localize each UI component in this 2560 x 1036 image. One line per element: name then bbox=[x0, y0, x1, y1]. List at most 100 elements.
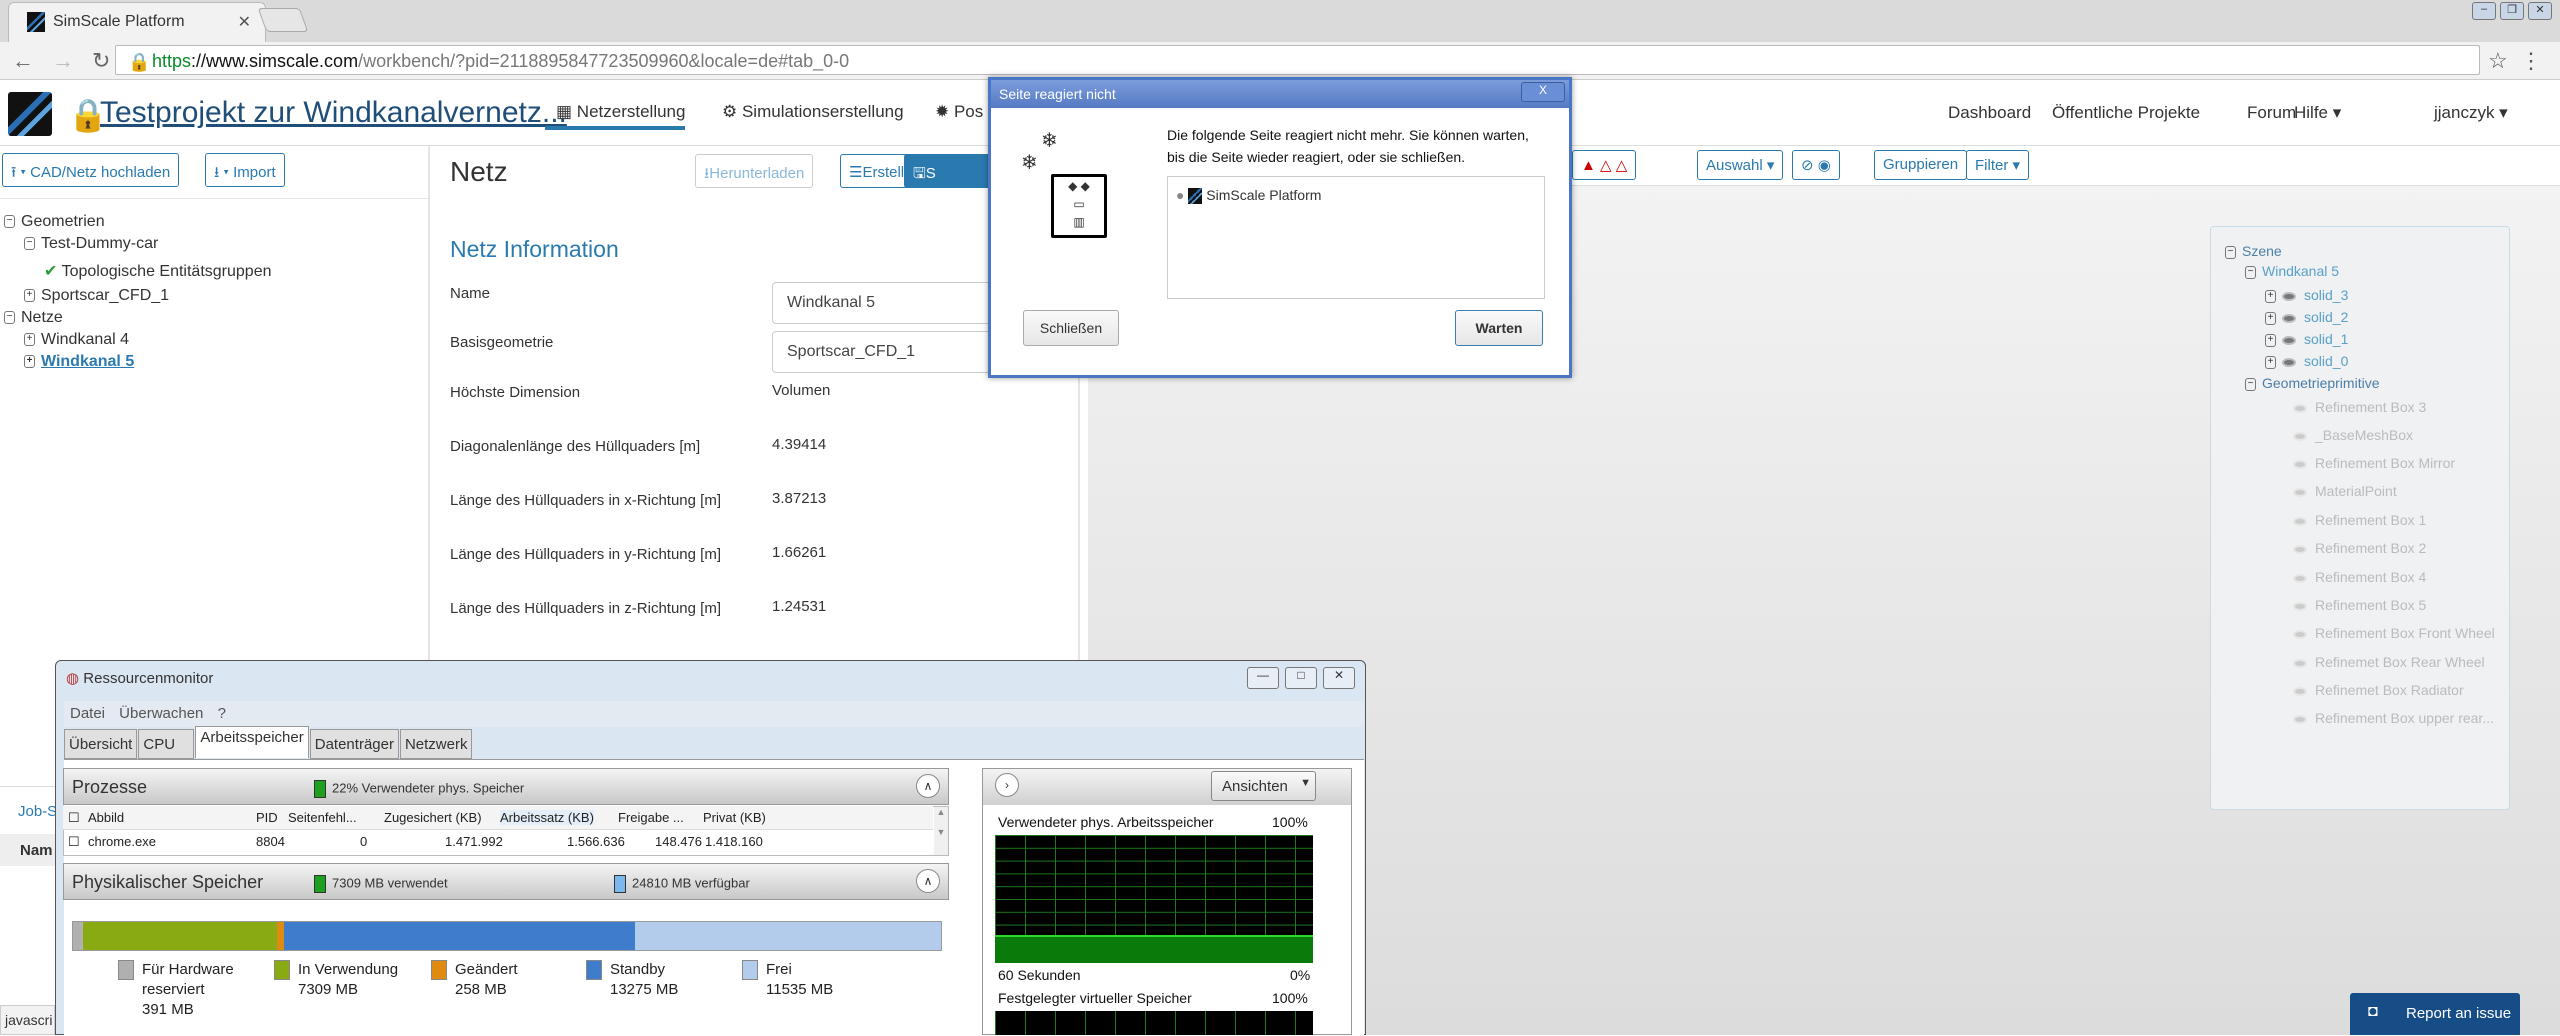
scene-primitive[interactable]: Refinement Box Mirror bbox=[2293, 455, 2455, 471]
upload-cad-button[interactable]: ⭱ ▾ CAD/Netz hochladen bbox=[2, 153, 180, 187]
tree-netze[interactable]: − Netze bbox=[4, 309, 63, 327]
nav-netzerstellung[interactable]: ▦ Netzerstellung bbox=[556, 102, 685, 122]
processes-header[interactable]: Prozesse 22% Verwendeter phys. Speicher ∧ bbox=[63, 768, 949, 805]
menu-bar[interactable]: Datei Überwachen ? bbox=[64, 701, 1364, 727]
url-bar[interactable]: 🔒 https://www.simscale.com/workbench/?pi… bbox=[115, 45, 2480, 75]
base-geometry-select[interactable]: Sportscar_CFD_1 bbox=[772, 331, 1002, 373]
collapse-icon[interactable]: ∧ bbox=[916, 869, 940, 893]
resource-monitor-title[interactable]: ◍ Ressourcenmonitor bbox=[66, 669, 213, 687]
eye-icon[interactable] bbox=[2282, 313, 2296, 323]
scene-primitive[interactable]: Refinement Box upper rear... bbox=[2293, 710, 2494, 726]
points-mode-icon[interactable]: △ bbox=[1616, 157, 1628, 174]
eye-icon[interactable] bbox=[2293, 544, 2307, 554]
eye-icon[interactable] bbox=[2282, 291, 2296, 301]
eye-icon[interactable] bbox=[2282, 357, 2296, 367]
nav-public-projects[interactable]: Öffentliche Projekte bbox=[2052, 103, 2200, 123]
report-issue-button[interactable]: ◘ Report an issue bbox=[2350, 993, 2520, 1035]
minimize-icon[interactable]: – bbox=[2472, 2, 2496, 20]
scene-solid[interactable]: + solid_2 bbox=[2265, 309, 2348, 325]
scene-primitive[interactable]: Refinement Box Front Wheel bbox=[2293, 625, 2495, 641]
tree-topological-groups[interactable]: ✔ Topologische Entitätsgruppen bbox=[44, 261, 271, 281]
filter-dropdown[interactable]: Filter ▾ bbox=[1966, 150, 2030, 180]
eye-icon[interactable] bbox=[2293, 629, 2307, 639]
scene-primitives[interactable]: − Geometrieprimitive bbox=[2245, 375, 2379, 391]
wireframe-mode-icon[interactable]: △ bbox=[1600, 157, 1612, 174]
scene-solid[interactable]: + solid_0 bbox=[2265, 353, 2348, 369]
expand-arrow-icon[interactable]: › bbox=[995, 773, 1019, 797]
tab-overview[interactable]: Übersicht bbox=[64, 729, 138, 759]
browser-tab[interactable]: SimScale Platform ✕ bbox=[8, 2, 266, 42]
nav-forum[interactable]: Forum bbox=[2247, 103, 2296, 123]
eye-icon[interactable] bbox=[2282, 335, 2296, 345]
nav-help[interactable]: Hilfe ▾ bbox=[2294, 103, 2341, 123]
close-window-icon[interactable]: ✕ bbox=[1323, 667, 1355, 689]
eye-icon[interactable] bbox=[2293, 516, 2307, 526]
collapse-icon[interactable]: − bbox=[2245, 265, 2256, 279]
collapse-icon[interactable]: − bbox=[24, 237, 35, 251]
simscale-logo[interactable] bbox=[8, 92, 52, 136]
maximize-icon[interactable]: □ bbox=[1285, 667, 1317, 689]
close-tab-icon[interactable]: ✕ bbox=[238, 12, 251, 32]
back-icon[interactable]: ← bbox=[12, 48, 52, 73]
name-field[interactable]: Windkanal 5 bbox=[772, 282, 1002, 324]
collapse-icon[interactable]: − bbox=[2245, 377, 2256, 391]
eye-icon[interactable]: ◉ bbox=[1818, 157, 1831, 174]
close-dialog-icon[interactable]: X bbox=[1521, 82, 1565, 102]
expand-icon[interactable]: + bbox=[24, 355, 35, 369]
views-dropdown[interactable]: Ansichten ▼ bbox=[1211, 771, 1316, 801]
table-cell[interactable]: chrome.exe bbox=[88, 834, 156, 849]
eye-icon[interactable] bbox=[2293, 403, 2307, 413]
solid-mode-icon[interactable]: ▲ bbox=[1581, 157, 1596, 174]
eye-icon[interactable] bbox=[2293, 686, 2307, 696]
scene-primitive[interactable]: Refinement Box 1 bbox=[2293, 512, 2426, 528]
close-page-button[interactable]: Schließen bbox=[1023, 310, 1119, 346]
column-header[interactable]: Seitenfehl... bbox=[288, 810, 357, 825]
column-header[interactable]: Arbeitssatz (KB) bbox=[500, 810, 594, 825]
new-tab-button[interactable] bbox=[257, 8, 309, 32]
collapse-icon[interactable]: − bbox=[4, 311, 15, 325]
collapse-icon[interactable]: − bbox=[4, 215, 15, 229]
browser-menu-icon[interactable]: ⋮ bbox=[2520, 48, 2542, 74]
tree-windkanal-4[interactable]: + Windkanal 4 bbox=[24, 331, 129, 349]
save-button[interactable]: 🖫S bbox=[904, 154, 994, 188]
nav-simulationserstellung[interactable]: ⚙ Simulationserstellung bbox=[722, 102, 904, 122]
expand-icon[interactable]: + bbox=[24, 333, 35, 347]
wait-button[interactable]: Warten bbox=[1455, 310, 1543, 346]
column-checkbox[interactable]: ☐ bbox=[68, 810, 80, 826]
project-title[interactable]: Testprojekt zur Windkanalvernetz... bbox=[100, 96, 567, 130]
tab-disk[interactable]: Datenträger bbox=[309, 729, 399, 759]
forward-icon[interactable]: → bbox=[52, 48, 92, 73]
scene-primitive[interactable]: Refinemet Box Rear Wheel bbox=[2293, 654, 2485, 670]
column-header[interactable]: Privat (KB) bbox=[703, 810, 766, 825]
column-header[interactable]: Abbild bbox=[88, 810, 124, 825]
scene-primitive[interactable]: Refinement Box 4 bbox=[2293, 569, 2426, 585]
scene-root[interactable]: − Szene bbox=[2225, 243, 2282, 259]
user-menu[interactable]: jjanczyk ▾ bbox=[2434, 103, 2508, 123]
expand-icon[interactable]: + bbox=[2265, 333, 2276, 347]
expand-icon[interactable]: + bbox=[2265, 289, 2276, 303]
minimize-icon[interactable]: — bbox=[1247, 667, 1279, 689]
import-button[interactable]: ⭳ ▾ Import bbox=[205, 153, 285, 187]
render-mode-buttons[interactable]: ▲ △ △ bbox=[1572, 150, 1637, 180]
nav-dashboard[interactable]: Dashboard bbox=[1948, 103, 2031, 123]
download-button[interactable]: ⭳Herunterladen bbox=[695, 154, 814, 188]
visibility-buttons[interactable]: ⊘ ◉ bbox=[1792, 150, 1840, 180]
collapse-icon[interactable]: ∧ bbox=[916, 774, 940, 798]
eye-slash-icon[interactable]: ⊘ bbox=[1801, 157, 1814, 174]
eye-icon[interactable] bbox=[2293, 601, 2307, 611]
row-checkbox[interactable]: ☐ bbox=[68, 834, 80, 850]
table-scrollbar[interactable]: ▲ ▼ bbox=[934, 807, 948, 855]
eye-icon[interactable] bbox=[2293, 658, 2307, 668]
collapse-icon[interactable]: − bbox=[2225, 245, 2236, 259]
scene-primitive[interactable]: _BaseMeshBox bbox=[2293, 427, 2413, 443]
tree-windkanal-5[interactable]: + Windkanal 5 bbox=[24, 353, 134, 371]
tree-sportscar[interactable]: + Sportscar_CFD_1 bbox=[24, 287, 169, 305]
eye-icon[interactable] bbox=[2293, 573, 2307, 583]
unresponsive-pages-list[interactable]: ● SimScale Platform bbox=[1167, 176, 1545, 299]
scene-primitive[interactable]: Refinemet Box Radiator bbox=[2293, 682, 2464, 698]
expand-icon[interactable]: + bbox=[2265, 311, 2276, 325]
expand-icon[interactable]: + bbox=[24, 289, 35, 303]
tree-geometrien[interactable]: − Geometrien bbox=[4, 213, 105, 231]
eye-icon[interactable] bbox=[2293, 459, 2307, 469]
dialog-titlebar[interactable]: Seite reagiert nicht X bbox=[991, 80, 1569, 108]
